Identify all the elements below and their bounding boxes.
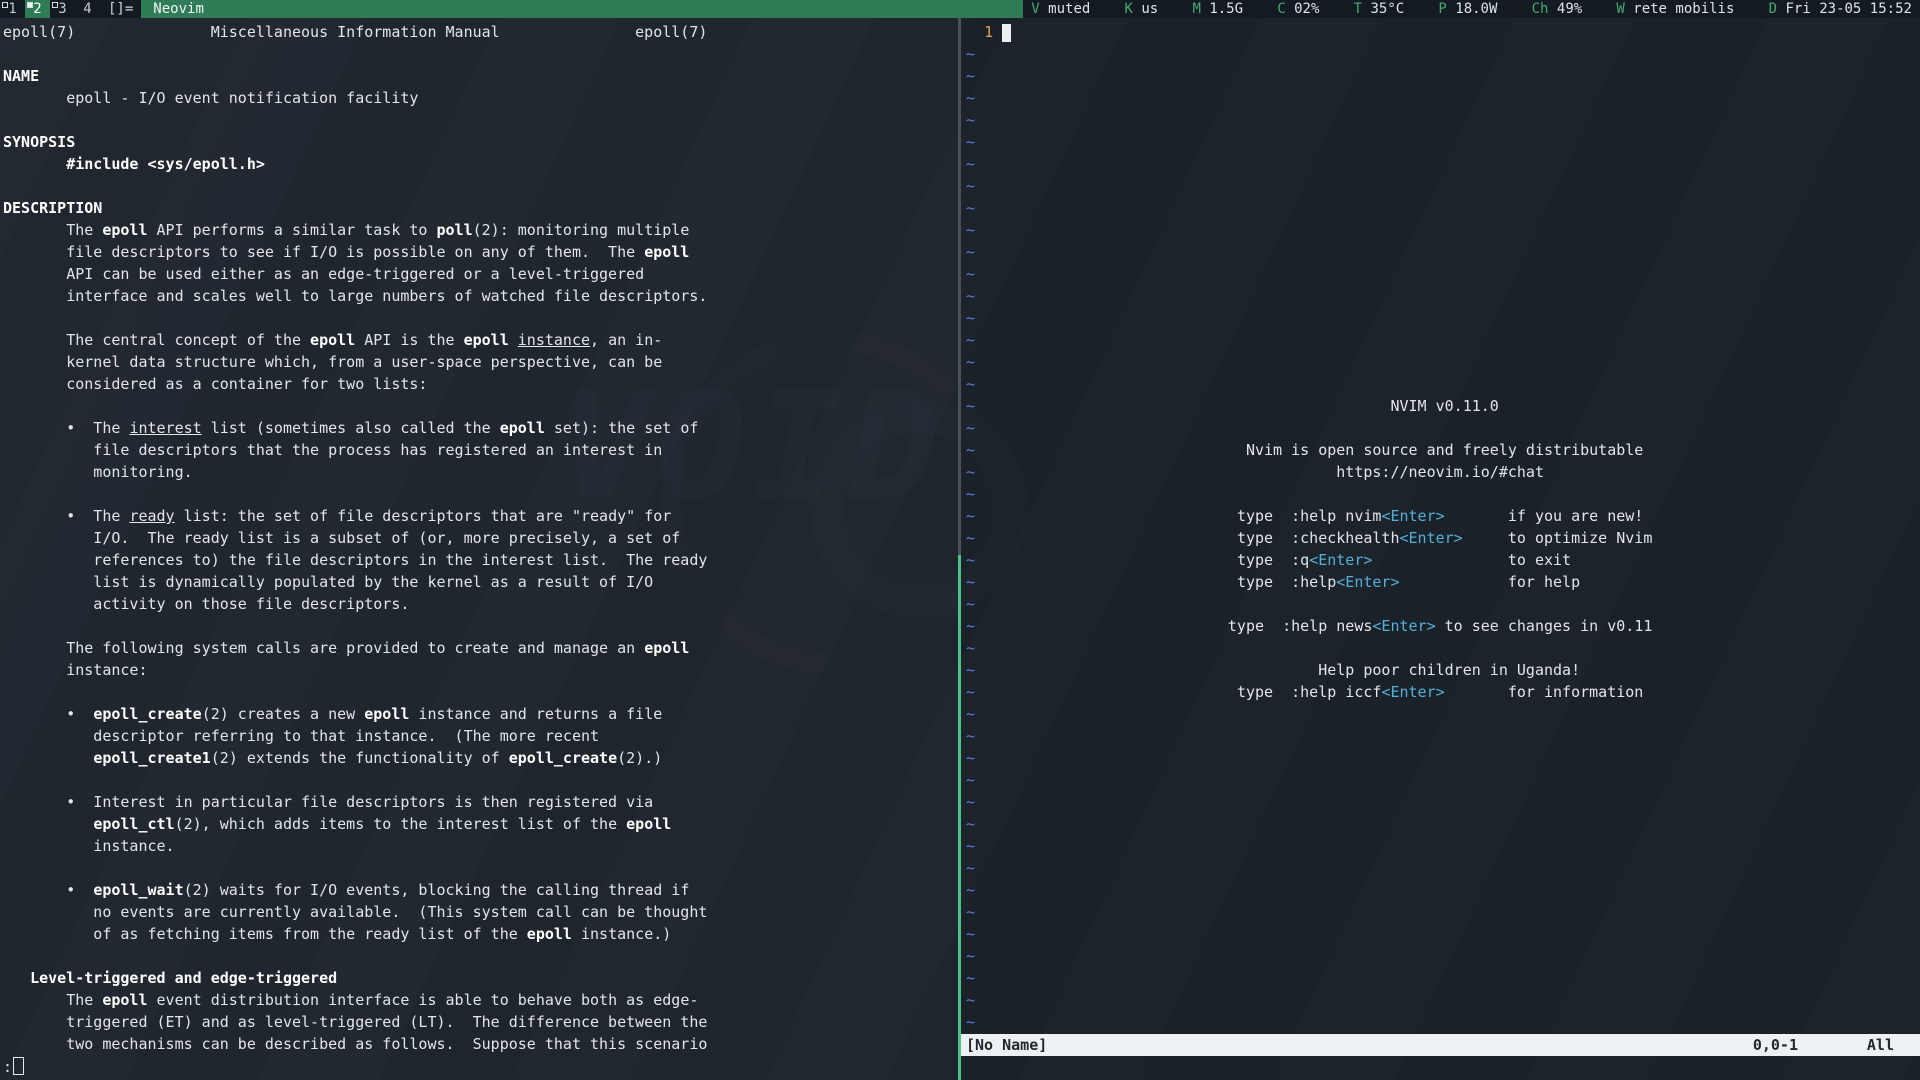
pager-cursor	[13, 1057, 24, 1075]
empty-line-tilde: ~	[966, 903, 975, 921]
empty-line-tilde: ~	[966, 639, 975, 657]
window-divider[interactable]	[958, 18, 961, 1080]
empty-line-tilde: ~	[966, 177, 975, 195]
tag-list: 1234	[0, 0, 100, 18]
status-item-C: C 02%	[1277, 0, 1319, 18]
tag-3[interactable]: 3	[50, 0, 75, 18]
empty-line-tilde: ~	[966, 595, 975, 613]
empty-line-tilde: ~	[966, 881, 975, 899]
empty-line-tilde: ~	[966, 397, 975, 415]
empty-line-tilde: ~	[966, 529, 975, 547]
empty-line-tilde: ~	[966, 441, 975, 459]
status-item-W: W rete mobilis	[1616, 0, 1734, 18]
tag-4[interactable]: 4	[75, 0, 100, 18]
empty-line-tilde: ~	[966, 419, 975, 437]
neovim-buffer: 1 ~ ~ ~ ~ ~ ~ ~ ~ ~ ~ ~ ~ ~ ~ ~ ~ ~ NVIM…	[966, 21, 1652, 1033]
empty-line-tilde: ~	[966, 947, 975, 965]
empty-line-tilde: ~	[966, 507, 975, 525]
neovim-command-line[interactable]	[961, 1056, 1920, 1080]
neovim-statusline: [No Name] 0,0-1 All	[961, 1034, 1920, 1056]
empty-line-tilde: ~	[966, 859, 975, 877]
empty-line-tilde: ~	[966, 67, 975, 85]
focused-window-title: Neovim	[141, 0, 1023, 18]
empty-line-tilde: ~	[966, 573, 975, 591]
empty-line-tilde: ~	[966, 683, 975, 701]
empty-line-tilde: ~	[966, 705, 975, 723]
empty-line-tilde: ~	[966, 199, 975, 217]
empty-line-tilde: ~	[966, 89, 975, 107]
neovim-pane[interactable]: 1 ~ ~ ~ ~ ~ ~ ~ ~ ~ ~ ~ ~ ~ ~ ~ ~ ~ NVIM…	[961, 18, 1920, 1080]
pager-prompt[interactable]: :	[3, 1056, 24, 1078]
empty-line-tilde: ~	[966, 793, 975, 811]
empty-line-tilde: ~	[966, 375, 975, 393]
tag-client-indicator	[52, 2, 58, 8]
empty-line-tilde: ~	[966, 331, 975, 349]
empty-line-tilde: ~	[966, 551, 975, 569]
empty-line-tilde: ~	[966, 155, 975, 173]
empty-line-tilde: ~	[966, 727, 975, 745]
empty-line-tilde: ~	[966, 111, 975, 129]
status-item-M: M 1.5G	[1192, 0, 1243, 18]
status-item-K: K us	[1125, 0, 1159, 18]
empty-line-tilde: ~	[966, 661, 975, 679]
empty-line-tilde: ~	[966, 991, 975, 1009]
status-item-P: P 18.0W	[1438, 0, 1497, 18]
empty-line-tilde: ~	[966, 771, 975, 789]
status-item-D: D Fri 23-05 15:52	[1769, 0, 1912, 18]
empty-line-tilde: ~	[966, 243, 975, 261]
empty-line-tilde: ~	[966, 353, 975, 371]
neovim-cursor	[1002, 24, 1011, 42]
layout-indicator[interactable]: []=	[100, 0, 141, 18]
empty-line-tilde: ~	[966, 265, 975, 283]
empty-line-tilde: ~	[966, 969, 975, 987]
pager-prompt-char: :	[3, 1058, 12, 1076]
empty-line-tilde: ~	[966, 815, 975, 833]
empty-line-tilde: ~	[966, 221, 975, 239]
statusline-scroll-indicator: All	[1867, 1034, 1894, 1056]
empty-line-tilde: ~	[966, 309, 975, 327]
empty-line-tilde: ~	[966, 133, 975, 151]
status-bar: V muted K us M 1.5G C 02% T 35°C P 18.0W Ch 49…	[1023, 0, 1920, 18]
status-item-V: V muted	[1031, 0, 1090, 18]
status-item-Ch: Ch 49%	[1532, 0, 1583, 18]
tag-client-indicator	[27, 2, 33, 8]
empty-line-tilde: ~	[966, 463, 975, 481]
tag-1[interactable]: 1	[0, 0, 25, 18]
terminal-man-page-pane[interactable]: epoll(7) Miscellaneous Information Manua…	[0, 18, 958, 1080]
empty-line-tilde: ~	[966, 1013, 975, 1031]
empty-line-tilde: ~	[966, 749, 975, 767]
statusline-cursor-position: 0,0-1	[1753, 1034, 1798, 1056]
dwm-bar: 1234 []= Neovim V muted K us M 1.5G C 02% T …	[0, 0, 1920, 18]
tag-client-indicator	[2, 2, 8, 8]
empty-line-tilde: ~	[966, 485, 975, 503]
statusline-filename: [No Name]	[966, 1034, 1047, 1056]
man-page-content: epoll(7) Miscellaneous Information Manua…	[3, 21, 707, 1055]
empty-line-tilde: ~	[966, 287, 975, 305]
status-item-T: T 35°C	[1354, 0, 1405, 18]
empty-line-tilde: ~	[966, 925, 975, 943]
line-number: 1	[984, 23, 993, 41]
empty-line-tilde: ~	[966, 617, 975, 635]
empty-line-tilde: ~	[966, 45, 975, 63]
empty-line-tilde: ~	[966, 837, 975, 855]
tag-2[interactable]: 2	[25, 0, 50, 18]
